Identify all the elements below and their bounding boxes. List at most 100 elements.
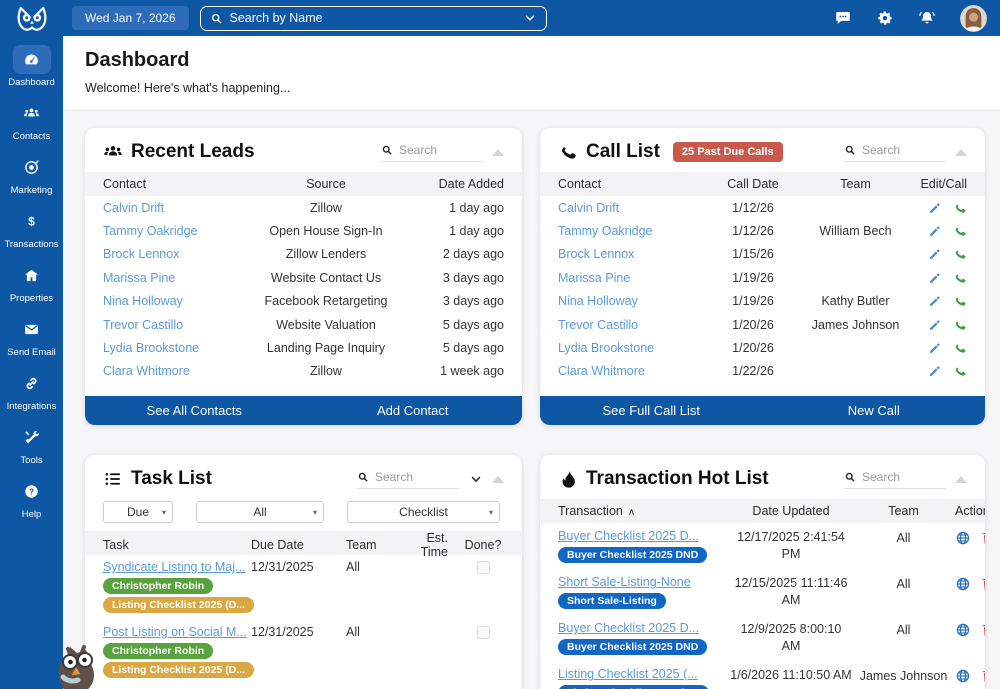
sidebar: Dashboard Contacts Marketing $ Transacti…: [0, 36, 63, 689]
hot-list-search-input[interactable]: Search: [844, 470, 946, 489]
tools-icon: [23, 429, 40, 446]
task-tag: Listing Checklist 2025 (D...: [103, 597, 254, 613]
trash-icon[interactable]: [980, 622, 985, 638]
sidebar-item-tools[interactable]: Tools: [0, 423, 63, 466]
users-icon: [23, 105, 40, 122]
collapse-triangle-icon[interactable]: [492, 476, 504, 483]
task-filter-checklist-select[interactable]: Checklist▾: [347, 501, 500, 523]
call-contact-link[interactable]: Clara Whitmore: [558, 364, 708, 378]
collapse-triangle-icon[interactable]: [955, 149, 967, 156]
lead-row: Brock Lennox Zillow Lenders 2 days ago: [85, 243, 522, 266]
trash-icon[interactable]: [980, 576, 985, 592]
lead-contact-link[interactable]: Brock Lennox: [103, 247, 253, 261]
column-header[interactable]: Team: [852, 504, 955, 518]
transaction-link[interactable]: Buyer Checklist 2025 D...: [558, 621, 699, 635]
collapse-triangle-icon[interactable]: [492, 149, 504, 156]
pencil-icon[interactable]: [928, 201, 942, 215]
pencil-icon[interactable]: [928, 341, 942, 355]
sidebar-item-transactions[interactable]: $ Transactions: [0, 207, 63, 250]
column-header[interactable]: Actions: [955, 504, 985, 518]
lead-contact-link[interactable]: Trevor Castillo: [103, 318, 253, 332]
column-header: Source: [253, 177, 399, 191]
task-done-checkbox[interactable]: [477, 561, 490, 574]
trash-icon[interactable]: [980, 668, 985, 684]
pencil-icon[interactable]: [928, 224, 942, 238]
chevron-down-icon[interactable]: [523, 11, 537, 25]
gear-icon[interactable]: [876, 9, 894, 27]
sidebar-item-dashboard[interactable]: Dashboard: [0, 45, 63, 88]
add-contact-button[interactable]: Add Contact: [304, 403, 523, 418]
pencil-icon[interactable]: [928, 271, 942, 285]
phone-icon[interactable]: [953, 364, 967, 378]
recent-leads-search-input[interactable]: Search: [381, 143, 483, 162]
task-link[interactable]: Syndicate Listing to Maj...: [103, 560, 251, 574]
transaction-link[interactable]: Listing Checklist 2025 (...: [558, 667, 698, 681]
sidebar-item-integrations[interactable]: Integrations: [0, 369, 63, 412]
user-avatar[interactable]: [960, 5, 987, 32]
sidebar-item-properties[interactable]: Properties: [0, 261, 63, 304]
lead-contact-link[interactable]: Marissa Pine: [103, 271, 253, 285]
phone-icon[interactable]: [953, 247, 967, 261]
call-contact-link[interactable]: Lydia Brookstone: [558, 341, 708, 355]
see-all-contacts-button[interactable]: See All Contacts: [85, 403, 304, 418]
task-list-header: Task List Search: [85, 455, 522, 499]
phone-icon[interactable]: [953, 224, 967, 238]
task-list-search-input[interactable]: Search: [357, 470, 459, 489]
chevron-down-icon[interactable]: [469, 472, 483, 486]
lead-contact-link[interactable]: Calvin Drift: [103, 201, 253, 215]
sidebar-item-contacts[interactable]: Contacts: [0, 99, 63, 142]
lead-contact-link[interactable]: Clara Whitmore: [103, 364, 253, 378]
notifications-bell-icon[interactable]: [918, 9, 936, 27]
task-filter-due-select[interactable]: Due▾: [103, 501, 173, 523]
call-contact-link[interactable]: Calvin Drift: [558, 201, 708, 215]
lead-contact-link[interactable]: Lydia Brookstone: [103, 341, 253, 355]
call-list-search-input[interactable]: Search: [844, 143, 946, 162]
app-logo-owl-icon[interactable]: [0, 5, 63, 32]
past-due-calls-badge: 25 Past Due Calls: [673, 142, 783, 162]
global-search-input[interactable]: Search by Name: [200, 6, 547, 31]
new-call-button[interactable]: New Call: [763, 403, 986, 418]
call-contact-link[interactable]: Trevor Castillo: [558, 318, 708, 332]
sidebar-item-send-email[interactable]: Send Email: [0, 315, 63, 358]
call-contact-link[interactable]: Nina Holloway: [558, 294, 708, 308]
transaction-link[interactable]: Buyer Checklist 2025 D...: [558, 529, 699, 543]
lead-contact-link[interactable]: Nina Holloway: [103, 294, 253, 308]
call-contact-link[interactable]: Brock Lennox: [558, 247, 708, 261]
chat-icon[interactable]: [834, 9, 852, 27]
search-icon: [844, 144, 856, 156]
lead-row: Calvin Drift Zillow 1 day ago: [85, 196, 522, 219]
transaction-date-updated: 12/17/2025 2:41:54 PM: [730, 529, 852, 563]
globe-icon[interactable]: [955, 622, 971, 638]
column-header[interactable]: Date Updated: [730, 504, 852, 518]
phone-icon[interactable]: [953, 271, 967, 285]
phone-icon[interactable]: [953, 318, 967, 332]
task-link[interactable]: Post Listing on Social M...: [103, 625, 251, 639]
pencil-icon[interactable]: [928, 294, 942, 308]
phone-icon[interactable]: [953, 201, 967, 215]
column-header: Done?: [462, 538, 504, 552]
pencil-icon[interactable]: [928, 247, 942, 261]
task-filter-team-select[interactable]: All▾: [196, 501, 324, 523]
task-list-rows: Syndicate Listing to Maj... 12/31/2025 A…: [85, 555, 522, 689]
collapse-triangle-icon[interactable]: [955, 476, 967, 483]
pencil-icon[interactable]: [928, 318, 942, 332]
sidebar-item-help[interactable]: ? Help: [0, 477, 63, 520]
sidebar-item-marketing[interactable]: Marketing: [0, 153, 63, 196]
task-done-checkbox[interactable]: [477, 626, 490, 639]
phone-icon[interactable]: [953, 341, 967, 355]
pencil-icon[interactable]: [928, 364, 942, 378]
globe-icon[interactable]: [955, 668, 971, 684]
transaction-link[interactable]: Short Sale-Listing-None: [558, 575, 691, 589]
globe-icon[interactable]: [955, 576, 971, 592]
call-list-rows: Calvin Drift 1/12/26 Tammy Oakridge 1/12…: [540, 196, 985, 383]
column-header-sorted[interactable]: Transaction∧: [558, 504, 730, 518]
call-contact-link[interactable]: Marissa Pine: [558, 271, 708, 285]
lead-contact-link[interactable]: Tammy Oakridge: [103, 224, 253, 238]
lead-source: Facebook Retargeting: [253, 294, 399, 308]
see-full-call-list-button[interactable]: See Full Call List: [540, 403, 763, 418]
globe-icon[interactable]: [955, 530, 971, 546]
call-contact-link[interactable]: Tammy Oakridge: [558, 224, 708, 238]
phone-icon[interactable]: [953, 294, 967, 308]
trash-icon[interactable]: [980, 530, 985, 546]
date-button[interactable]: Wed Jan 7, 2026: [72, 6, 189, 30]
